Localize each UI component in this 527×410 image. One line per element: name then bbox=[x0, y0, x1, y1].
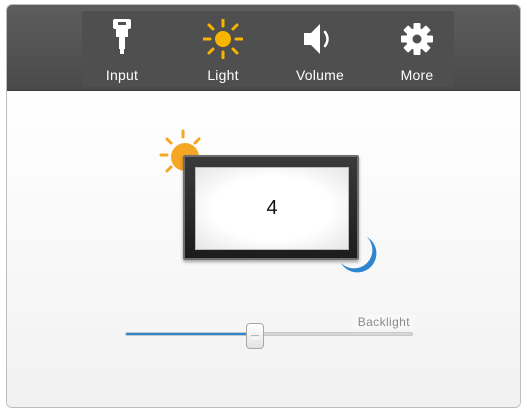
backlight-label: Backlight bbox=[352, 315, 415, 329]
moon-icon bbox=[337, 233, 381, 282]
tab-more[interactable]: More bbox=[377, 11, 457, 87]
input-plug-icon bbox=[112, 19, 132, 64]
speaker-icon bbox=[300, 19, 340, 64]
tab-input-label: Input bbox=[105, 67, 139, 83]
tab-volume[interactable]: Volume bbox=[280, 11, 360, 87]
toolbar: Input Light Volume More bbox=[7, 5, 520, 91]
slider-fill bbox=[126, 333, 255, 335]
tab-light-label: Light bbox=[207, 67, 239, 83]
tab-input[interactable]: Input bbox=[82, 11, 162, 87]
gear-icon bbox=[397, 19, 437, 64]
backlight-slider[interactable]: Backlight bbox=[125, 305, 415, 349]
light-panel: 4 Backlight bbox=[7, 91, 520, 407]
app-window: Input Light Volume More 4 Backlight bbox=[6, 4, 521, 408]
tab-light[interactable]: Light bbox=[183, 11, 263, 87]
monitor-frame: 4 bbox=[183, 155, 359, 260]
tab-bar: Input Light Volume More bbox=[82, 11, 454, 87]
slider-thumb[interactable] bbox=[245, 323, 264, 349]
slider-track[interactable] bbox=[125, 332, 413, 336]
tab-more-label: More bbox=[400, 67, 434, 83]
tab-volume-label: Volume bbox=[296, 67, 344, 83]
brightness-value: 4 bbox=[195, 167, 349, 250]
brightness-preview: 4 bbox=[155, 125, 385, 275]
sun-icon bbox=[202, 18, 244, 64]
